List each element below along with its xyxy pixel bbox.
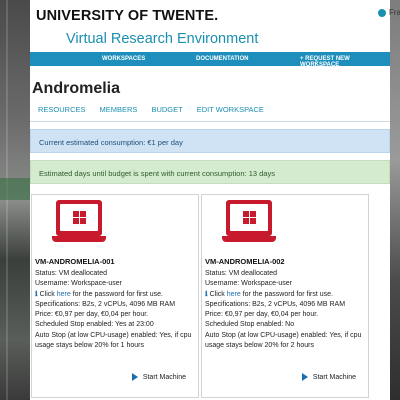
workspace-tabs: RESOURCES MEMBERS BUDGET EDIT WORKSPACE (38, 105, 264, 114)
vm-specs: Specifications: B2s, 2 vCPUs, 4096 MB RA… (205, 300, 346, 308)
password-hint-prefix: Click (39, 290, 57, 298)
tab-members[interactable]: MEMBERS (100, 105, 138, 114)
tab-edit-workspace[interactable]: EDIT WORKSPACE (197, 105, 264, 114)
vm-auto-stop: Auto Stop (at low CPU-usage) enabled: Ye… (205, 331, 362, 350)
tab-budget[interactable]: BUDGET (151, 105, 182, 114)
tab-resources[interactable]: RESOURCES (38, 105, 86, 114)
top-navbar: WORKSPACES DOCUMENTATION + REQUEST NEW W… (30, 52, 390, 68)
start-machine-button[interactable]: Start Machine (301, 373, 356, 381)
vm-price: Price: €0,97 per day, €0,04 per hour. (35, 311, 149, 319)
password-hint-prefix: Click (209, 290, 227, 298)
vm-password-hint: ℹ Click here for the password for first … (35, 290, 197, 300)
start-machine-button[interactable]: Start Machine (131, 373, 186, 381)
vm-details: Status: VM deallocated Username: Workspa… (205, 269, 367, 351)
info-icon: ℹ (205, 290, 208, 298)
vm-username: Username: Workspace-user (205, 280, 293, 288)
vm-card: VM-ANDROMELIA-001 Status: VM deallocated… (31, 194, 199, 398)
nav-documentation[interactable]: DOCUMENTATION (196, 56, 248, 62)
password-hint-suffix: for the password for first use. (70, 290, 163, 298)
language-switcher[interactable]: Fran (378, 8, 400, 17)
budget-days-alert: Estimated days until budget is spent wit… (30, 160, 390, 184)
vm-card: VM-ANDROMELIA-002 Status: VM deallocated… (201, 194, 369, 398)
play-icon (131, 373, 138, 381)
start-machine-label: Start Machine (142, 373, 186, 381)
page-title: Andromelia (32, 80, 121, 97)
vm-name: VM-ANDROMELIA-001 (35, 257, 115, 266)
start-machine-label: Start Machine (312, 373, 356, 381)
vm-specs: Specifications: B2s, 2 vCPUs, 4096 MB RA… (35, 300, 176, 308)
vm-scheduled-stop: Scheduled Stop enabled: No (205, 321, 295, 329)
vm-price: Price: €0,97 per day, €0,04 per hour. (205, 311, 319, 319)
nav-workspaces[interactable]: WORKSPACES (102, 56, 145, 62)
vm-scheduled-stop: Scheduled Stop enabled: Yes at 23:00 (35, 321, 154, 329)
language-label: Fran (389, 8, 400, 17)
laptop-windows-icon (222, 200, 276, 246)
laptop-windows-icon (52, 200, 106, 246)
consumption-alert: Current estimated consumption: €1 per da… (30, 129, 390, 153)
nav-request-new-workspace[interactable]: + REQUEST NEW WORKSPACE (300, 56, 390, 68)
background-photo-left (0, 0, 30, 400)
university-logo-text: UNIVERSITY OF TWENTE. (36, 8, 219, 24)
globe-icon (378, 8, 386, 17)
vm-details: Status: VM deallocated Username: Workspa… (35, 269, 197, 351)
vm-auto-stop: Auto Stop (at low CPU-usage) enabled: Ye… (35, 331, 192, 350)
background-photo-right (390, 0, 400, 400)
vm-status: Status: VM deallocated (35, 270, 107, 277)
vm-username: Username: Workspace-user (35, 280, 123, 288)
play-icon (301, 373, 308, 381)
vm-password-hint: ℹ Click here for the password for first … (205, 290, 367, 300)
info-icon: ℹ (35, 290, 38, 298)
app-title: Virtual Research Environment (66, 31, 259, 47)
password-link[interactable]: here (227, 291, 241, 298)
vm-status: Status: VM deallocated (205, 270, 277, 277)
vm-name: VM-ANDROMELIA-002 (205, 257, 285, 266)
password-hint-suffix: for the password for first use. (240, 290, 333, 298)
password-link[interactable]: here (57, 291, 71, 298)
main-panel: UNIVERSITY OF TWENTE. Fran Virtual Resea… (30, 0, 400, 400)
tabs-divider (30, 121, 390, 122)
